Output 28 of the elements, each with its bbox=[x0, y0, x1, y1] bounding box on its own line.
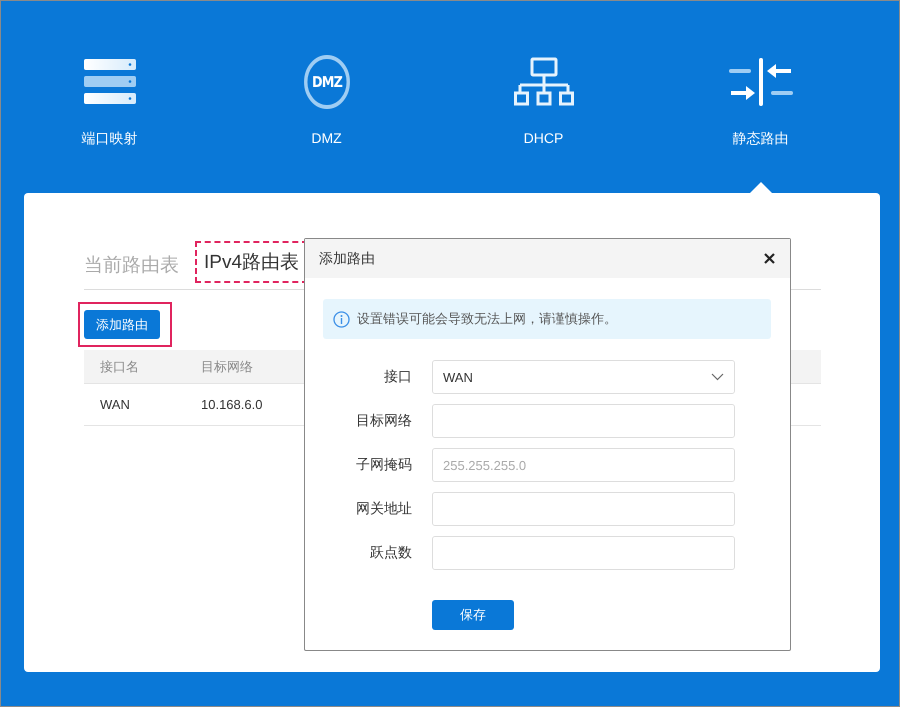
nav-item[interactable]: DMZ bbox=[311, 130, 342, 146]
nav-item[interactable]: DHCP bbox=[524, 130, 564, 146]
table-cell: WAN bbox=[84, 384, 185, 426]
server-icon bbox=[84, 58, 136, 106]
interface-select[interactable]: WAN bbox=[432, 360, 735, 394]
network-icon bbox=[514, 57, 574, 107]
column-header: 接口名 bbox=[84, 350, 185, 384]
ring-badge: DMZ bbox=[304, 55, 350, 109]
field-label: 接口 bbox=[383, 368, 412, 386]
input-field[interactable]: 255.255.255.0 bbox=[432, 448, 735, 482]
arrows-icon bbox=[728, 58, 792, 106]
tab[interactable]: IPv4路由表 bbox=[204, 248, 300, 274]
chevron-down-icon bbox=[711, 373, 724, 381]
field-label: 跃点数 bbox=[369, 544, 412, 562]
input-field[interactable] bbox=[432, 404, 735, 438]
info-icon bbox=[333, 310, 350, 328]
nav-item[interactable]: 端口映射 bbox=[82, 130, 138, 148]
input-field[interactable] bbox=[432, 536, 735, 570]
warning-text: 设置错误可能会导致无法上网，请谨慎操作。 bbox=[357, 310, 617, 328]
add-route-button[interactable]: 添加路由 bbox=[84, 310, 160, 339]
input-field[interactable] bbox=[432, 492, 735, 526]
field-label: 网关地址 bbox=[355, 500, 412, 518]
save-button[interactable]: 保存 bbox=[432, 600, 514, 630]
field-label: 子网掩码 bbox=[355, 456, 412, 474]
nav-item[interactable]: 静态路由 bbox=[732, 130, 788, 148]
dialog-title: 添加路由 bbox=[319, 250, 375, 268]
close-icon[interactable] bbox=[764, 253, 775, 264]
tab[interactable]: 当前路由表 bbox=[84, 252, 179, 278]
